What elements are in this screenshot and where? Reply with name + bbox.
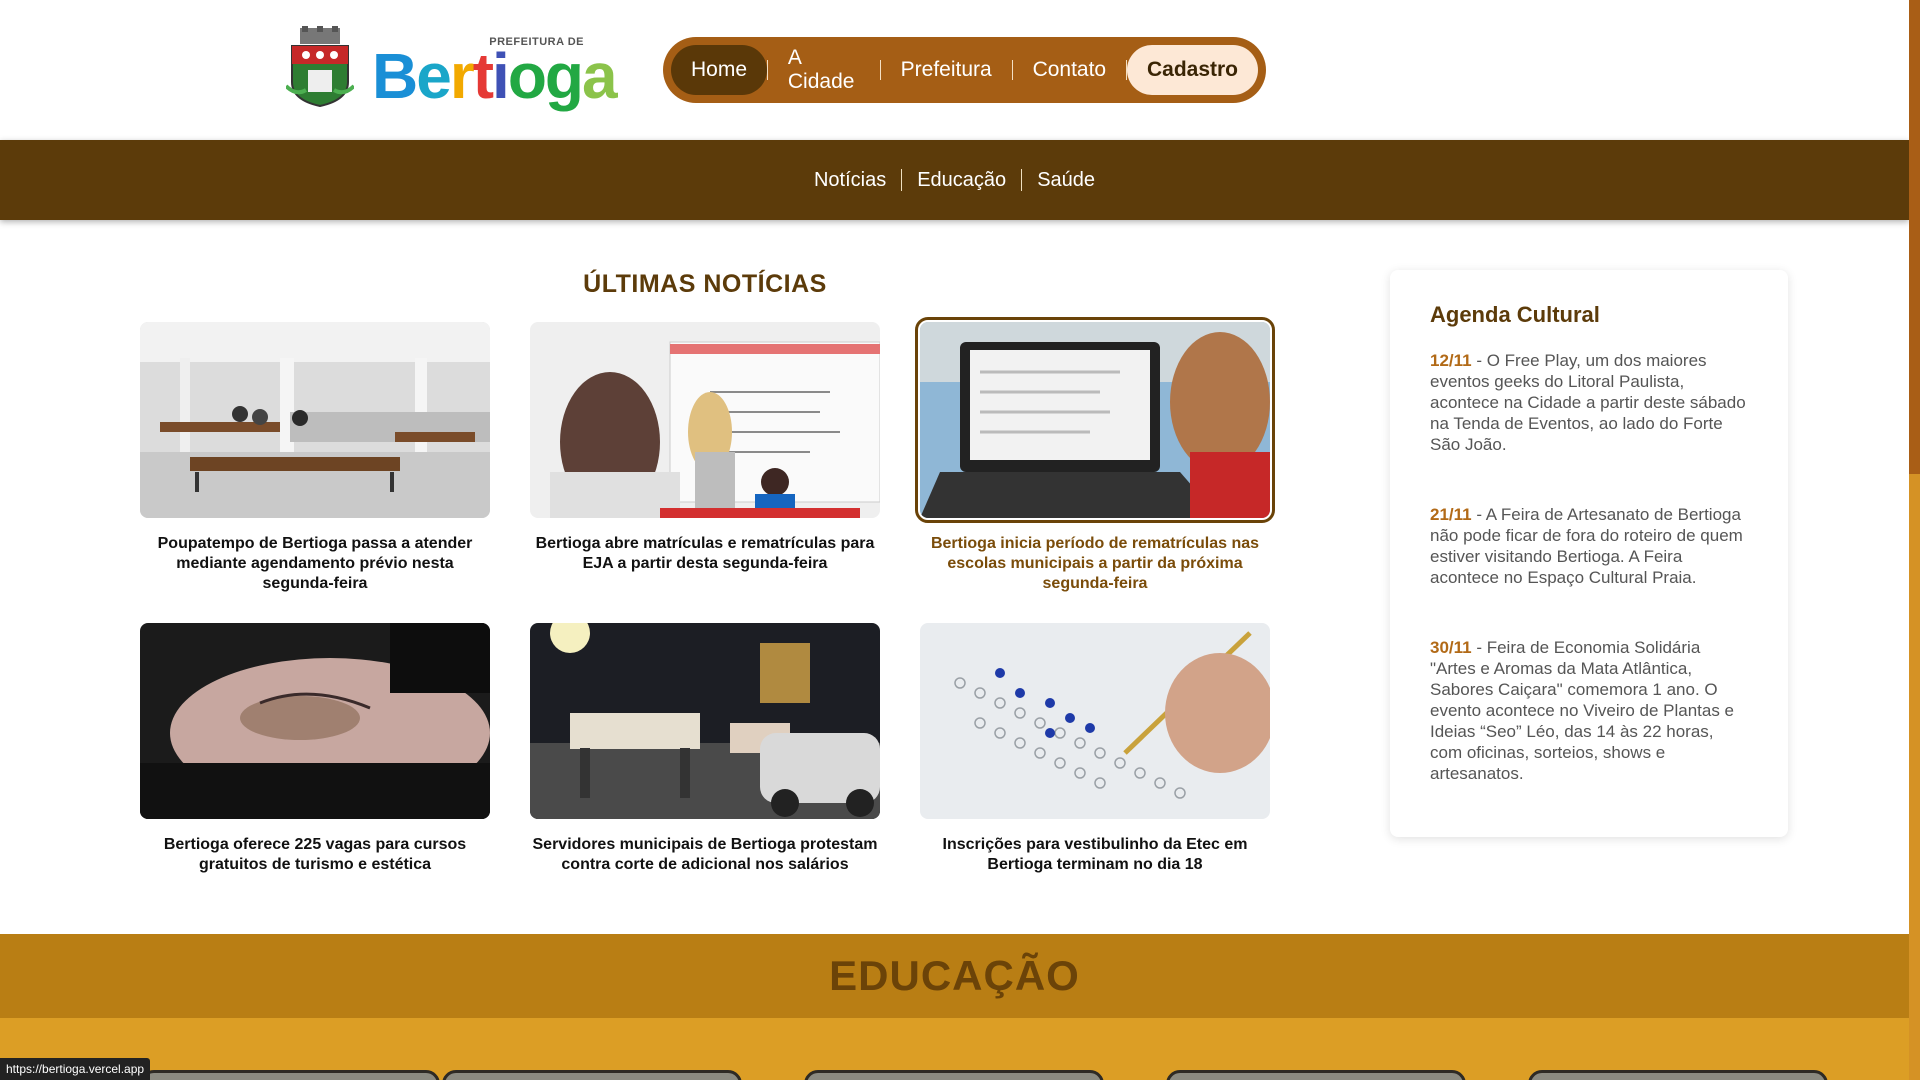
news-caption[interactable]: Servidores municipais de Bertioga protes… <box>530 835 880 875</box>
agenda-event-text: - O Free Play, um dos maiores eventos ge… <box>1430 351 1746 454</box>
logo[interactable]: PREFEITURA DE Bertioga <box>286 26 618 110</box>
news-caption[interactable]: Bertioga abre matrículas e rematrículas … <box>530 534 880 574</box>
education-title: EDUCAÇÃO <box>829 952 1080 999</box>
news-image[interactable] <box>140 623 490 819</box>
agenda-event: 12/11 - O Free Play, um dos maiores even… <box>1430 350 1748 455</box>
news-caption[interactable]: Bertioga inicia período de rematrículas … <box>920 534 1270 594</box>
scrollbar-thumb[interactable] <box>1909 474 1920 1080</box>
education-card[interactable] <box>804 1070 1104 1080</box>
news-card-vestibulinho[interactable]: Inscrições para vestibulinho da Etec em … <box>920 623 1270 875</box>
education-section-body <box>0 1018 1909 1080</box>
nav-contato[interactable]: Contato <box>1013 45 1127 95</box>
nav-cadastro-button[interactable]: Cadastro <box>1126 45 1258 95</box>
news-image[interactable] <box>915 317 1275 523</box>
agenda-event: 30/11 - Feira de Economia Solidária "Art… <box>1430 637 1748 784</box>
subnav-educacao[interactable]: Educação <box>902 169 1021 192</box>
news-image[interactable] <box>920 623 1270 819</box>
brand-wordmark: PREFEITURA DE Bertioga <box>372 26 618 110</box>
main-nav: Home A Cidade Prefeitura Contato Cadastr… <box>663 37 1266 103</box>
agenda-cultural-panel: Agenda Cultural 12/11 - O Free Play, um … <box>1390 270 1788 837</box>
news-card-poupatempo[interactable]: Poupatempo de Bertioga passa a atender m… <box>140 322 490 594</box>
agenda-event: 21/11 - A Feira de Artesanato de Bertiog… <box>1430 504 1748 588</box>
news-card-protesto[interactable]: Servidores municipais de Bertioga protes… <box>530 623 880 875</box>
agenda-event-date: 21/11 <box>1430 505 1472 524</box>
news-caption[interactable]: Inscrições para vestibulinho da Etec em … <box>920 835 1270 875</box>
news-card-rematriculas[interactable]: Bertioga inicia período de rematrículas … <box>915 317 1275 594</box>
news-caption[interactable]: Bertioga oferece 225 vagas para cursos g… <box>140 835 490 875</box>
page-scrollbar[interactable] <box>1909 0 1920 1080</box>
agenda-event-text: - Feira de Economia Solidária "Artes e A… <box>1430 638 1735 783</box>
news-caption[interactable]: Poupatempo de Bertioga passa a atender m… <box>140 534 490 594</box>
nav-prefeitura[interactable]: Prefeitura <box>881 45 1012 95</box>
news-image[interactable] <box>140 322 490 518</box>
education-card[interactable] <box>1528 1070 1828 1080</box>
agenda-event-text: - A Feira de Artesanato de Bertioga não … <box>1430 505 1743 587</box>
sub-nav: Notícias Educação Saúde <box>0 140 1909 220</box>
news-section-title: ÚLTIMAS NOTÍCIAS <box>583 270 827 298</box>
nav-a-cidade[interactable]: A Cidade <box>768 45 880 95</box>
news-image[interactable] <box>530 322 880 518</box>
news-card-cursos[interactable]: Bertioga oferece 225 vagas para cursos g… <box>140 623 490 875</box>
education-card[interactable] <box>140 1070 440 1080</box>
subnav-noticias[interactable]: Notícias <box>799 169 901 192</box>
agenda-event-date: 30/11 <box>1430 638 1472 657</box>
subnav-saude[interactable]: Saúde <box>1022 169 1110 192</box>
agenda-title: Agenda Cultural <box>1430 302 1600 327</box>
link-status-url: https://bertioga.vercel.app <box>0 1058 151 1080</box>
education-card[interactable] <box>442 1070 742 1080</box>
news-image[interactable] <box>530 623 880 819</box>
agenda-event-date: 12/11 <box>1430 351 1472 370</box>
logo-word: Bertioga <box>372 40 618 112</box>
nav-home[interactable]: Home <box>671 45 768 95</box>
news-card-eja[interactable]: Bertioga abre matrículas e rematrículas … <box>530 322 880 574</box>
city-crest-icon <box>286 26 354 110</box>
education-section-header: EDUCAÇÃO <box>0 934 1909 1018</box>
education-card[interactable] <box>1166 1070 1466 1080</box>
header: PREFEITURA DE Bertioga Home A Cidade Pre… <box>0 0 1909 140</box>
